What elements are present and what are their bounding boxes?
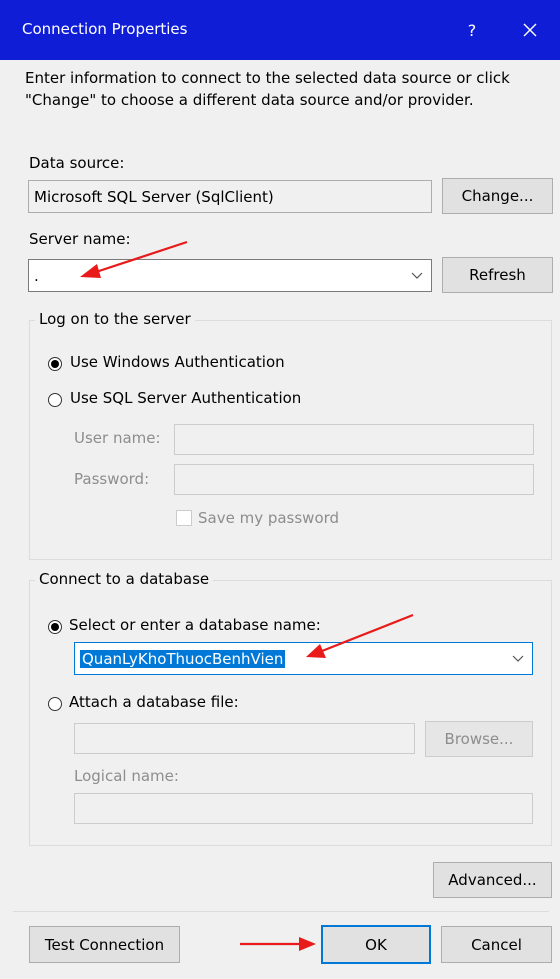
arrow-to-ok-button (240, 937, 316, 951)
arrow-to-server-name (80, 240, 188, 278)
annotation-arrows (80, 240, 414, 951)
arrow-to-database-name (306, 613, 414, 658)
